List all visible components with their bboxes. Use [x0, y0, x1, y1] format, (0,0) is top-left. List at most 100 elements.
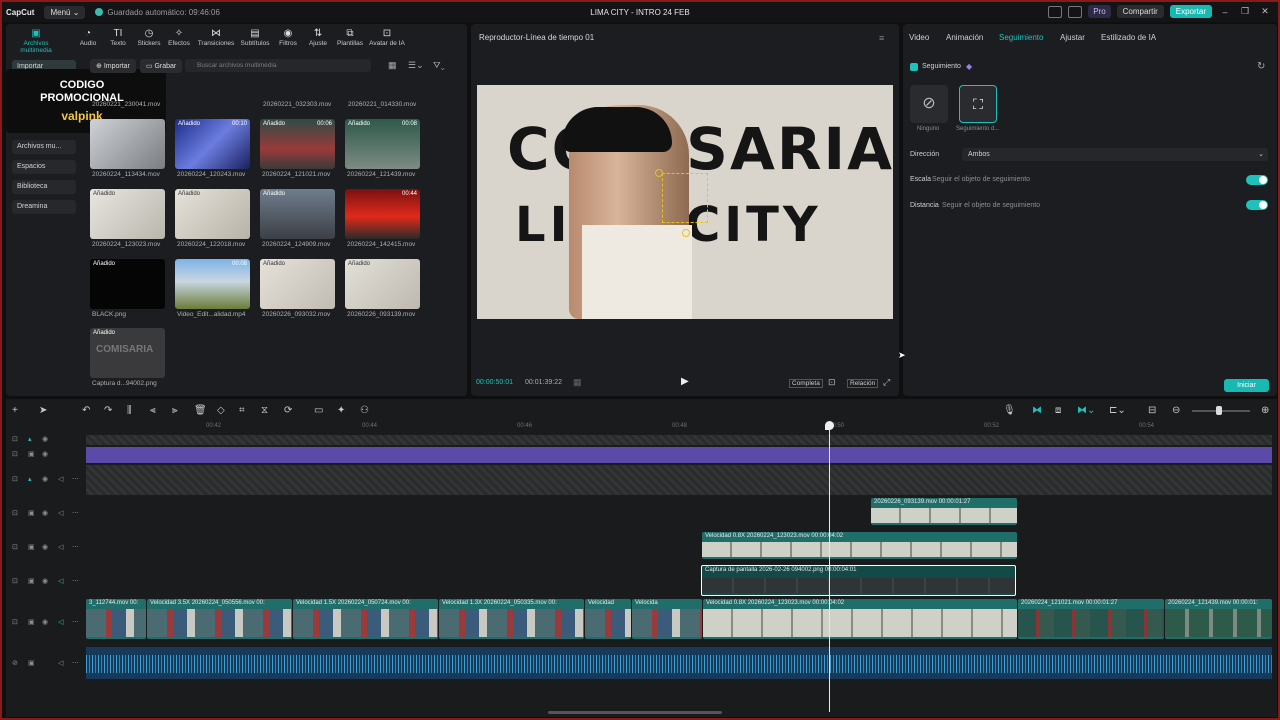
option-follow-button[interactable]: ⛶	[959, 85, 997, 123]
pro-button[interactable]: Pro	[1088, 5, 1111, 18]
layout-icon[interactable]	[1048, 5, 1063, 18]
more-icon[interactable]: ⋯	[72, 543, 79, 551]
zoom-in-icon[interactable]: ⊕	[1261, 405, 1269, 416]
media-thumbnail[interactable]: Añadido	[90, 259, 165, 309]
mic-icon[interactable]: 🎙	[1003, 405, 1016, 416]
filter-icon[interactable]: ⛛⌄	[433, 60, 445, 71]
split-left-icon[interactable]: ⫷	[150, 405, 156, 416]
media-thumbnail[interactable]: Añadido COMISARIA	[90, 328, 165, 378]
playhead-handle[interactable]	[825, 421, 834, 430]
media-thumbnail[interactable]: Añadido 00:10	[175, 119, 250, 169]
media-thumbnail[interactable]: Añadido 00:06	[260, 119, 335, 169]
add-track-icon[interactable]: +	[12, 405, 18, 416]
tab-ai-style[interactable]: Estilizado de IA	[1101, 33, 1156, 42]
distance-toggle[interactable]	[1246, 200, 1268, 210]
undo-icon[interactable]: ↶	[82, 405, 90, 416]
ratio-button[interactable]: Relación	[847, 379, 879, 388]
media-thumbnail[interactable]: 00:08	[175, 259, 250, 309]
caption-icon[interactable]: ⊟	[1148, 405, 1156, 416]
timeline-clip[interactable]: 20260226_093139.mov 00:00:01:27	[871, 498, 1017, 525]
media-thumbnail[interactable]	[90, 119, 165, 169]
track-icon[interactable]: ⊡	[12, 543, 18, 551]
close-icon[interactable]: ✕	[1258, 6, 1272, 17]
tab-animation[interactable]: Animación	[946, 33, 983, 42]
more-icon[interactable]: ⋯	[72, 577, 79, 585]
audio-icon[interactable]: ◁	[58, 577, 63, 585]
eye-icon[interactable]: ◉	[42, 435, 48, 443]
audio-track-clip[interactable]	[86, 647, 1272, 679]
track-icon[interactable]: ⊡	[12, 435, 18, 443]
timeline-clip[interactable]: Velocidad 0.8X 20260224_123023.mov 00:00…	[703, 599, 1017, 639]
tool-avatar[interactable]: ⊡ Avatar de IA	[363, 28, 411, 47]
media-thumbnail[interactable]: Añadido	[175, 189, 250, 239]
more-icon[interactable]: ⋯	[72, 509, 79, 517]
lock-icon[interactable]: ▣	[28, 543, 35, 551]
marker-icon[interactable]: ◇	[217, 405, 225, 416]
tracking-checkbox[interactable]	[910, 63, 918, 71]
sidebar-item-media[interactable]: Archivos mu...	[12, 140, 76, 154]
track-icon[interactable]: ⊡	[12, 618, 18, 626]
media-search-input[interactable]: Buscar archivos multimedia	[185, 59, 371, 72]
timeline-clip[interactable]: 3_112744.mov 00:	[86, 599, 146, 639]
sidebar-item-dreamina[interactable]: Dreamina	[12, 200, 76, 214]
display-icon[interactable]	[1068, 5, 1083, 18]
redo-icon[interactable]: ↷	[104, 405, 112, 416]
tab-tracking[interactable]: Seguimiento	[999, 33, 1043, 42]
export-button[interactable]: Exportar	[1169, 5, 1212, 18]
tracking-handle[interactable]	[655, 169, 663, 177]
screenshot-icon[interactable]: ⊡	[828, 377, 836, 388]
timeline-clip[interactable]: 20260224_121021.mov 00:00:01:27	[1018, 599, 1164, 639]
media-thumbnail[interactable]: Añadido	[345, 259, 420, 309]
effect-track-clip[interactable]	[86, 447, 1272, 463]
timecode-icon[interactable]: ▦	[573, 377, 582, 388]
more-icon[interactable]: ⋯	[72, 475, 79, 483]
tracking-handle[interactable]	[682, 229, 690, 237]
more-icon[interactable]: ⋯	[72, 659, 79, 667]
eye-icon[interactable]: ◉	[42, 577, 48, 585]
track-icon[interactable]: ⊡	[12, 450, 18, 458]
video-preview[interactable]: COMISARIA LIMA CITY	[477, 85, 893, 319]
minimize-icon[interactable]: –	[1218, 7, 1232, 17]
mask-icon[interactable]: ⚇	[360, 405, 369, 416]
audio-icon[interactable]: ◁	[58, 659, 63, 667]
track-icon[interactable]: ⊡	[12, 509, 18, 517]
crop-icon[interactable]: ⌗	[239, 405, 245, 416]
menu-button[interactable]: Menú ⌄	[44, 5, 86, 19]
snap-icon[interactable]: ⧈	[1055, 405, 1061, 416]
play-icon[interactable]: ▶	[681, 376, 689, 387]
direction-select[interactable]: Ambos ⌄	[962, 148, 1268, 161]
track-icon[interactable]: ⊡	[12, 577, 18, 585]
timeline-clip[interactable]: Velocida	[632, 599, 702, 639]
zoom-slider-handle[interactable]	[1216, 406, 1222, 415]
player-menu-icon[interactable]: ≡	[879, 33, 884, 43]
eye-icon[interactable]: ◉	[42, 475, 48, 483]
track-icon[interactable]: ⊡	[12, 475, 18, 483]
tool-media[interactable]: ▣ Archivos multimedia	[12, 28, 60, 54]
media-thumbnail[interactable]: Añadido	[260, 189, 335, 239]
reset-icon[interactable]: ↻	[1257, 61, 1265, 72]
timeline-clip[interactable]: Velocidad 3.5X 20260224_050556.mov 00:	[147, 599, 292, 639]
timeline-clip-selected[interactable]: Captura de pantalla 2026-02-26 094002.pn…	[701, 565, 1016, 596]
tracking-box[interactable]	[662, 173, 708, 223]
zoom-out-icon[interactable]: ⊖	[1172, 405, 1180, 416]
split-right-icon[interactable]: ⫸	[172, 405, 178, 416]
eye-icon[interactable]: ◉	[42, 543, 48, 551]
complete-button[interactable]: Completa	[789, 379, 823, 388]
magic-icon[interactable]: ✦	[337, 405, 345, 416]
timeline-clip[interactable]: 20260224_121439.mov 00:00:01:	[1165, 599, 1272, 639]
scale-toggle[interactable]	[1246, 175, 1268, 185]
media-thumbnail[interactable]: Añadido	[260, 259, 335, 309]
grid-view-icon[interactable]: ▦	[388, 60, 397, 71]
sidebar-item-spaces[interactable]: Espacios	[12, 160, 76, 174]
playhead[interactable]	[829, 422, 830, 712]
media-thumbnail[interactable]: Añadido	[90, 189, 165, 239]
select-tool-icon[interactable]: ➤	[39, 405, 47, 416]
audio-icon[interactable]: ◁	[58, 475, 63, 483]
lock-icon[interactable]: ▴	[28, 435, 32, 443]
eye-icon[interactable]: ◉	[42, 450, 48, 458]
start-button[interactable]: Iniciar	[1224, 379, 1269, 392]
lock-icon[interactable]: ▴	[28, 475, 32, 483]
delete-icon[interactable]: 🗑	[194, 405, 207, 416]
lock-icon[interactable]: ▣	[28, 577, 35, 585]
option-none-button[interactable]: ⊘	[910, 85, 948, 123]
